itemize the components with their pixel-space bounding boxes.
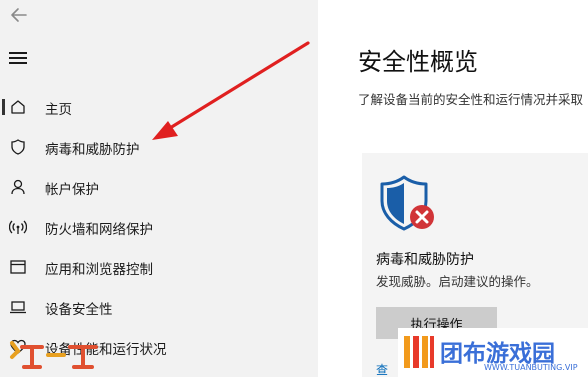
laptop-icon (10, 301, 26, 314)
sidebar-item-label: 帐户保护 (45, 182, 99, 198)
watermark-left-logo (10, 341, 98, 369)
shield-icon (11, 139, 25, 155)
sidebar-item-app-browser-control[interactable]: 应用和浏览器控制 (0, 250, 318, 284)
person-icon (11, 179, 25, 195)
home-icon (11, 100, 25, 114)
page-title: 安全性概览 (358, 48, 478, 76)
sidebar-item-label: 病毒和威胁防护 (45, 142, 140, 158)
sidebar-item-label: 防火墙和网络保护 (45, 222, 153, 238)
card-link[interactable]: 查 (376, 361, 388, 377)
sidebar-item-account-protection[interactable]: 帐户保护 (0, 170, 318, 204)
sidebar-item-device-security[interactable]: 设备安全性 (0, 290, 318, 324)
main-content: 安全性概览 了解设备当前的安全性和运行情况并采取 病毒和威胁防护 发现威胁。启动… (318, 0, 588, 377)
sidebar-item-virus-protection[interactable]: 病毒和威胁防护 (0, 130, 318, 164)
watermark-url: WWW.TUANBUTING.VIP (484, 363, 578, 372)
back-arrow-icon[interactable] (8, 4, 30, 26)
watermark-logo-icon (404, 336, 434, 368)
sidebar-item-label: 设备安全性 (45, 302, 113, 318)
sidebar-item-home[interactable]: 主页 (0, 90, 318, 124)
page-subtitle: 了解设备当前的安全性和运行情况并采取 (358, 92, 584, 107)
sidebar-item-label: 应用和浏览器控制 (45, 262, 153, 278)
watermark-right: 团布游戏园 WWW.TUANBUTING.VIP (398, 328, 588, 377)
wifi-icon (9, 220, 27, 234)
card-title: 病毒和威胁防护 (376, 252, 474, 268)
card-description: 发现威胁。启动建议的操作。 (376, 274, 539, 289)
shield-warning-icon (380, 175, 434, 231)
selected-indicator (2, 99, 5, 115)
hamburger-menu-icon[interactable] (9, 52, 27, 66)
sidebar-item-label: 主页 (45, 102, 72, 118)
sidebar-item-firewall[interactable]: 防火墙和网络保护 (0, 210, 318, 244)
browser-window-icon (10, 260, 26, 274)
sidebar: 主页 病毒和威胁防护 帐户保护 防火墙和网络保护 应用和浏览器控制 设备安全性 … (0, 0, 318, 377)
